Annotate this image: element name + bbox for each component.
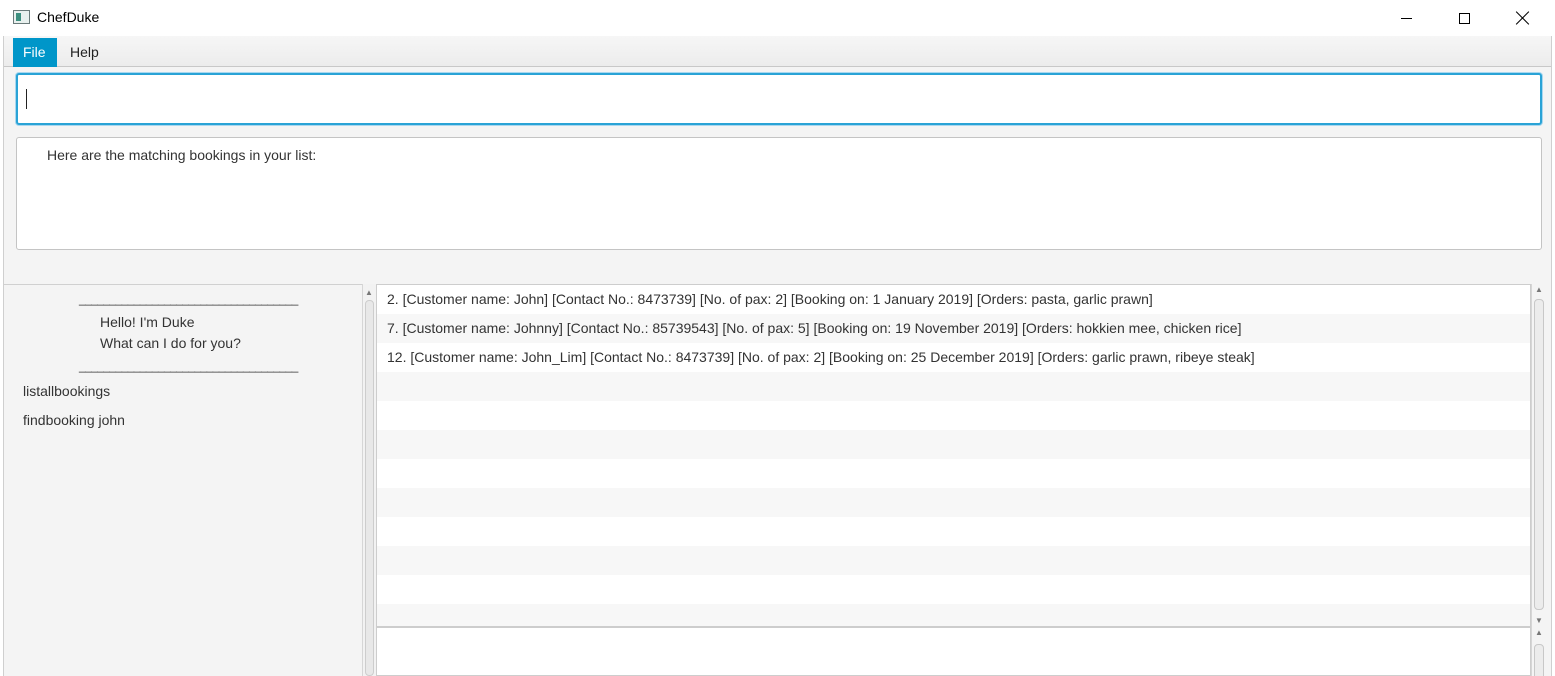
dialog-scrollbar[interactable]: ▲ (362, 284, 376, 676)
greeting-separator-top: ____________________________________ (79, 292, 298, 306)
list-item[interactable] (377, 459, 1530, 488)
menu-bar: File Help (4, 36, 1551, 67)
list-item[interactable] (377, 430, 1530, 459)
response-area[interactable]: Here are the matching bookings in your l… (16, 137, 1542, 250)
minimize-button[interactable] (1377, 0, 1435, 36)
list-item[interactable]: 12. [Customer name: John_Lim] [Contact N… (377, 343, 1530, 372)
bookings-scrollbar[interactable]: ▲ ▼ (1531, 284, 1545, 627)
text-caret (26, 89, 27, 109)
scroll-thumb[interactable] (1534, 644, 1544, 676)
history-command: listallbookings (23, 383, 111, 399)
scroll-thumb[interactable] (365, 300, 374, 676)
secondary-list[interactable] (376, 627, 1531, 676)
list-item[interactable] (377, 517, 1530, 546)
list-item[interactable] (377, 401, 1530, 430)
window-title: ChefDuke (37, 9, 100, 25)
main-window: File Help Here are the matching bookings… (3, 36, 1552, 676)
response-text: Here are the matching bookings in your l… (47, 147, 317, 163)
history-command: findbooking john (23, 412, 125, 428)
list-item[interactable] (377, 575, 1530, 604)
scroll-thumb[interactable] (1534, 299, 1544, 610)
list-item[interactable] (377, 488, 1530, 517)
app-icon (13, 10, 30, 24)
greeting-line-hello: Hello! I'm Duke (100, 314, 195, 330)
list-item[interactable] (377, 604, 1530, 626)
scroll-up-icon[interactable]: ▲ (1535, 628, 1543, 637)
bookings-list[interactable]: 2. [Customer name: John] [Contact No.: 8… (376, 284, 1531, 627)
greeting-line-prompt: What can I do for you? (100, 335, 241, 351)
minimize-icon (1400, 17, 1412, 19)
scroll-up-icon[interactable]: ▲ (365, 288, 373, 297)
dialog-panel[interactable]: ____________________________________ Hel… (4, 284, 362, 676)
close-button[interactable] (1494, 0, 1552, 36)
secondary-scrollbar[interactable]: ▲ (1531, 627, 1545, 676)
maximize-icon (1458, 12, 1470, 24)
list-item[interactable] (377, 546, 1530, 575)
scroll-down-icon[interactable]: ▼ (1535, 616, 1543, 625)
maximize-button[interactable] (1435, 0, 1493, 36)
greeting-separator-bottom: ____________________________________ (79, 359, 298, 373)
list-item[interactable] (377, 372, 1530, 401)
menu-file[interactable]: File (13, 38, 57, 67)
command-input[interactable] (16, 73, 1542, 125)
close-icon (1516, 11, 1530, 25)
list-item[interactable]: 2. [Customer name: John] [Contact No.: 8… (377, 285, 1530, 314)
title-bar: ChefDuke (0, 0, 1555, 36)
menu-help[interactable]: Help (60, 38, 109, 67)
list-item[interactable]: 7. [Customer name: Johnny] [Contact No.:… (377, 314, 1530, 343)
scroll-up-icon[interactable]: ▲ (1535, 285, 1543, 294)
